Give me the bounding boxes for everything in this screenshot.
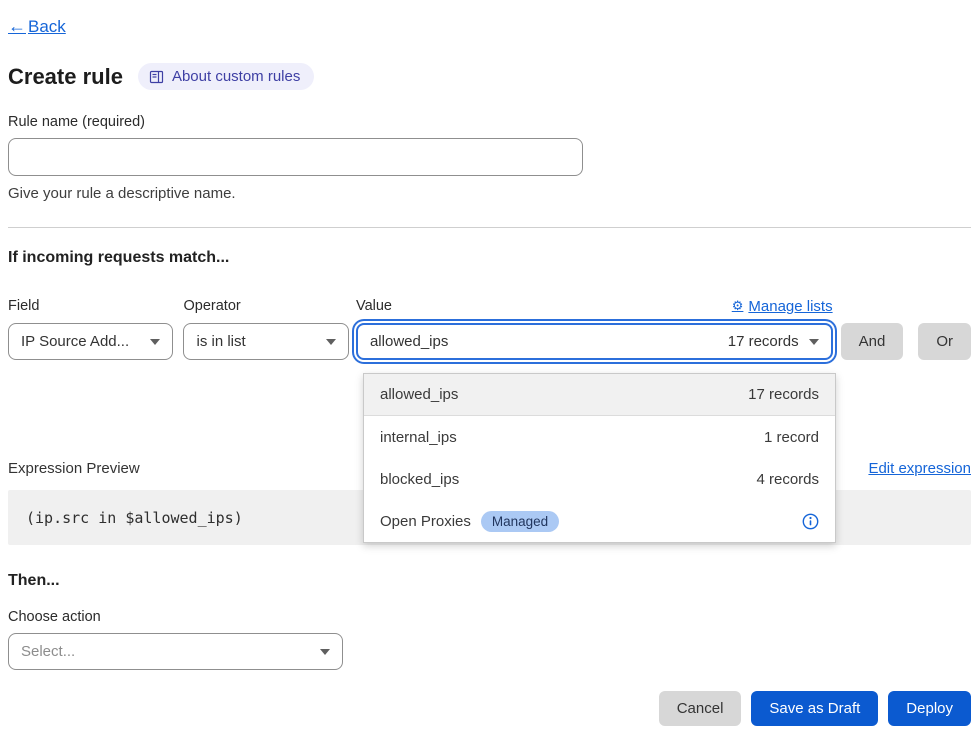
value-label: Value [356, 298, 392, 314]
dropdown-item-open-proxies[interactable]: Open Proxies Managed [364, 500, 835, 542]
field-label: Field [8, 298, 39, 314]
list-records: 4 records [756, 471, 819, 488]
rule-name-block: Rule name (required) Give your rule a de… [8, 114, 971, 202]
list-records: 1 record [764, 429, 819, 446]
page-title: Create rule [8, 64, 123, 90]
expression-code: (ip.src in $allowed_ips) [26, 509, 243, 527]
list-records: 17 records [748, 386, 819, 403]
about-badge-label: About custom rules [172, 68, 300, 85]
value-select[interactable]: allowed_ips 17 records [356, 323, 833, 360]
chevron-down-icon [320, 649, 330, 655]
cancel-button[interactable]: Cancel [659, 691, 742, 726]
rule-name-input[interactable] [8, 138, 583, 176]
dropdown-item-blocked-ips[interactable]: blocked_ips 4 records [364, 458, 835, 500]
match-controls-row: Field IP Source Add... Operator is in li… [8, 297, 971, 360]
choose-action-label: Choose action [8, 609, 971, 625]
then-section-heading: Then... [8, 572, 971, 590]
manage-lists-link[interactable]: ⚙ Manage lists [732, 298, 833, 315]
operator-label: Operator [183, 298, 240, 314]
info-icon[interactable] [802, 513, 819, 530]
match-section-heading: If incoming requests match... [8, 249, 971, 267]
field-select[interactable]: IP Source Add... [8, 323, 173, 360]
chevron-down-icon [150, 339, 160, 345]
operator-select-value: is in list [196, 333, 245, 350]
field-select-value: IP Source Add... [21, 333, 129, 350]
rule-name-label: Rule name (required) [8, 114, 971, 130]
action-select-placeholder: Select... [21, 643, 75, 660]
edit-expression-link[interactable]: Edit expression [868, 460, 971, 477]
manage-lists-label: Manage lists [748, 298, 832, 315]
deploy-button[interactable]: Deploy [888, 691, 971, 726]
value-select-value: allowed_ips [370, 333, 448, 350]
rule-name-helper: Give your rule a descriptive name. [8, 185, 971, 202]
value-records-count: 17 records [728, 333, 799, 350]
book-icon [149, 70, 164, 84]
operator-column: Operator is in list [183, 297, 348, 360]
field-column: Field IP Source Add... [8, 297, 173, 360]
operator-select[interactable]: is in list [183, 323, 348, 360]
footer-actions: Cancel Save as Draft Deploy [8, 691, 971, 726]
about-custom-rules-link[interactable]: About custom rules [138, 63, 314, 90]
dropdown-item-allowed-ips[interactable]: allowed_ips 17 records [364, 374, 835, 416]
back-link-label: Back [28, 17, 66, 37]
title-row: Create rule About custom rules [8, 63, 971, 90]
list-name: Open Proxies [380, 513, 471, 530]
chevron-down-icon [809, 339, 819, 345]
expression-preview-label: Expression Preview [8, 460, 140, 477]
value-column: Value ⚙ Manage lists allowed_ips 17 reco… [356, 297, 833, 360]
dropdown-item-internal-ips[interactable]: internal_ips 1 record [364, 416, 835, 458]
gear-icon: ⚙ [732, 298, 744, 314]
list-name: blocked_ips [380, 471, 459, 488]
chevron-down-icon [326, 339, 336, 345]
value-dropdown-panel: allowed_ips 17 records internal_ips 1 re… [363, 373, 836, 543]
back-arrow-icon: ← [8, 16, 26, 37]
save-as-draft-button[interactable]: Save as Draft [751, 691, 878, 726]
list-name: allowed_ips [380, 386, 458, 403]
or-button[interactable]: Or [918, 323, 971, 360]
back-link[interactable]: ←Back [8, 16, 66, 37]
list-name: internal_ips [380, 429, 457, 446]
managed-badge: Managed [481, 511, 559, 532]
action-select[interactable]: Select... [8, 633, 343, 670]
create-rule-page: ←Back Create rule About custom rules Rul… [0, 0, 979, 726]
and-button[interactable]: And [841, 323, 904, 360]
section-divider [8, 227, 971, 228]
